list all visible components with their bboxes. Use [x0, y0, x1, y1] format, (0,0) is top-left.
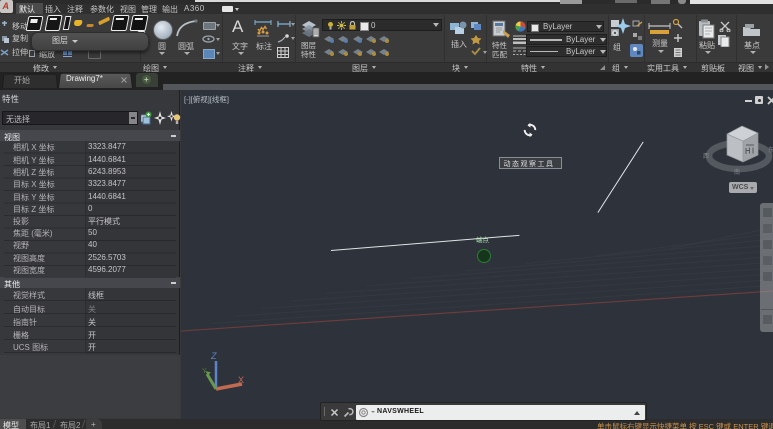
svg-text:X: X: [238, 375, 244, 385]
svg-text:东: 东: [768, 146, 773, 154]
svg-text:南: 南: [734, 168, 740, 175]
svg-text:西: 西: [703, 153, 709, 160]
svg-text:Z: Z: [210, 351, 217, 361]
svg-text:Y: Y: [202, 368, 207, 375]
